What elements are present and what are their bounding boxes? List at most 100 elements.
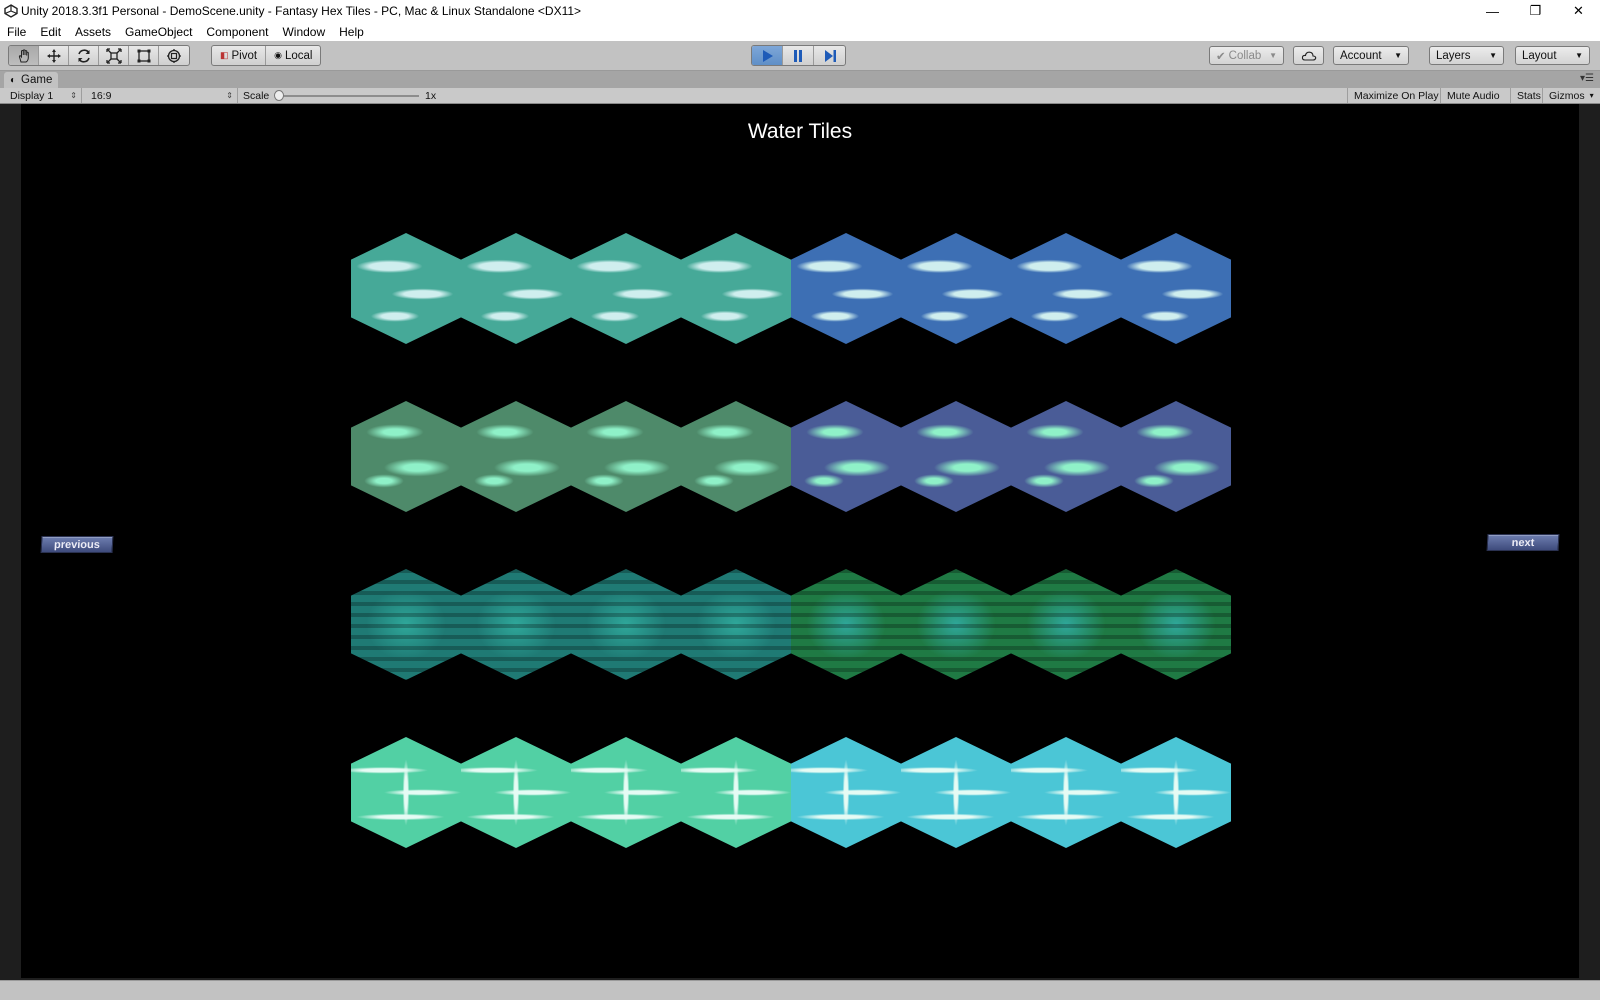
water-tile [461,233,571,344]
transform-tool-button[interactable] [159,46,189,65]
water-tile [461,401,571,512]
play-button[interactable] [752,46,783,65]
mute-audio-toggle[interactable]: Mute Audio [1440,88,1506,103]
water-tile [791,401,901,512]
water-tile [1011,569,1121,680]
water-tile [1011,233,1121,344]
tile-row-2 [351,401,1231,512]
account-caret-icon: ▼ [1394,51,1402,60]
water-tile [1121,233,1231,344]
rect-tool-button[interactable] [129,46,159,65]
previous-button[interactable]: previous [40,536,114,553]
water-tile [1121,401,1231,512]
water-tile [351,569,461,680]
water-tile [901,569,1011,680]
transform-tools [8,45,190,66]
pivot-icon: ◧ [220,50,229,60]
move-icon [46,48,61,63]
water-tile [901,233,1011,344]
water-tile [571,233,681,344]
tile-row-4 [351,737,1231,848]
menu-window[interactable]: Window [282,25,325,39]
water-tile [1011,401,1121,512]
scale-slider-handle[interactable] [274,90,284,101]
water-tile [901,737,1011,848]
rotate-tool-button[interactable] [69,46,99,65]
layers-dropdown[interactable]: Layers ▼ [1429,46,1504,65]
hand-icon [18,48,29,62]
collab-caret-icon: ▼ [1269,51,1277,60]
display-dropdown[interactable]: Display 1 ⇕ [4,88,82,103]
hand-tool-button[interactable] [9,46,39,65]
cloud-button[interactable] [1293,46,1324,65]
tab-game-label: Game [21,74,53,86]
tab-bar: ◐ Game ▾☰ [0,71,1600,88]
water-tile [681,233,791,344]
account-dropdown[interactable]: Account ▼ [1333,46,1409,65]
layout-label: Layout [1522,49,1557,62]
layout-dropdown[interactable]: Layout ▼ [1515,46,1590,65]
pivot-label: Pivot [231,49,258,62]
close-button[interactable]: ✕ [1557,0,1600,22]
aspect-label: 16:9 [91,89,112,102]
water-tile [571,569,681,680]
status-bar [0,980,1600,1000]
play-controls [751,45,846,66]
maximize-on-play-toggle[interactable]: Maximize On Play [1347,88,1445,103]
step-button[interactable] [814,46,845,65]
move-tool-button[interactable] [39,46,69,65]
menu-file[interactable]: File [7,25,26,39]
local-button[interactable]: ◉ Local [266,46,320,65]
previous-label: previous [53,538,101,551]
menu-bar: File Edit Assets GameObject Component Wi… [0,22,1600,41]
display-caret-icon: ⇕ [70,91,77,100]
water-tile [1121,569,1231,680]
game-view[interactable]: Water Tiles previous next [21,104,1579,978]
tile-row-1 [351,233,1231,344]
collab-dropdown[interactable]: ✔ Collab ▼ [1209,46,1284,65]
aspect-caret-icon: ⇕ [226,91,233,100]
gizmos-label: Gizmos [1549,89,1585,102]
pivot-button[interactable]: ◧ Pivot [212,46,267,65]
water-tile [681,401,791,512]
menu-help[interactable]: Help [339,25,364,39]
scale-tool-button[interactable] [99,46,129,65]
pivot-toggle-group: ◧ Pivot ◉ Local [211,45,322,66]
unity-logo-icon [3,3,19,19]
scale-slider-track[interactable] [279,95,419,97]
tab-menu-icon[interactable]: ▾☰ [1580,73,1594,84]
gizmos-dropdown[interactable]: Gizmos ▾ [1542,88,1600,103]
menu-edit[interactable]: Edit [40,25,61,39]
play-icon [763,49,773,62]
layers-caret-icon: ▼ [1489,51,1497,60]
water-tile [681,737,791,848]
layout-caret-icon: ▼ [1575,51,1583,60]
step-icon [824,49,836,62]
tab-game[interactable]: ◐ Game [4,72,59,88]
pause-button[interactable] [783,46,814,65]
account-label: Account [1340,49,1382,62]
restore-button[interactable]: ❐ [1514,0,1557,22]
window-controls: — ❐ ✕ [1471,0,1600,22]
next-button[interactable]: next [1486,534,1560,551]
scale-label: Scale [243,89,270,102]
window-title: Unity 2018.3.3f1 Personal - DemoScene.un… [21,4,582,18]
collab-label: Collab [1228,49,1262,62]
local-label: Local [284,49,313,62]
gizmos-caret-icon: ▾ [1589,91,1594,100]
menu-component[interactable]: Component [206,25,268,39]
window-titlebar: Unity 2018.3.3f1 Personal - DemoScene.un… [0,0,1600,22]
water-tile [681,569,791,680]
aspect-dropdown[interactable]: 16:9 ⇕ [85,88,238,103]
water-tile [351,233,461,344]
menu-assets[interactable]: Assets [75,25,111,39]
scale-icon [105,47,122,64]
minimize-button[interactable]: — [1471,0,1514,22]
scene-title: Water Tiles [747,120,853,143]
main-toolbar: ◧ Pivot ◉ Local ✔ Collab ▼ Account ▼ Layer… [0,41,1600,71]
water-tile [791,737,901,848]
menu-gameobject[interactable]: GameObject [125,25,192,39]
water-tile [571,401,681,512]
water-tile [571,737,681,848]
layers-label: Layers [1436,49,1471,62]
